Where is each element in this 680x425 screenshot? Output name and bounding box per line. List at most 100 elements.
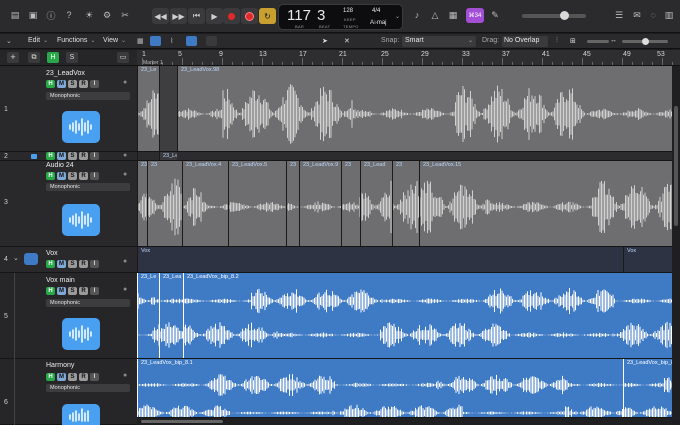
vertical-zoom-slider[interactable] — [587, 40, 609, 43]
track-lane-5[interactable]: 23_Le 23_Lea 23_LeadVox_bip_8.2 — [137, 273, 672, 359]
waveform-zoom-icon[interactable]: ⫶ — [556, 37, 558, 45]
lcd-chevron-icon[interactable]: ⌄ — [395, 13, 400, 20]
flex-view-icon[interactable]: ▭ — [117, 52, 129, 63]
audio-region[interactable]: Vox — [623, 247, 672, 272]
audio-region[interactable]: 23_LeadVox_bip_8 — [623, 359, 672, 417]
solo-button[interactable]: S — [68, 287, 77, 295]
hide-button[interactable]: H — [46, 287, 55, 295]
play-button[interactable]: ▶ — [206, 8, 223, 24]
record-enable-button[interactable]: R — [79, 373, 88, 381]
track-lane-3[interactable]: 23 23_LeadVox.4 23_LeadVox.5 23 23_LeadVox.9… — [137, 161, 672, 247]
track-lane-1[interactable]: 23_Le 23_LeadVox.98 — [137, 66, 672, 152]
track-name[interactable]: Vox — [46, 250, 58, 257]
vertical-scroll-thumb[interactable] — [674, 106, 678, 226]
flex-mode-select[interactable]: Monophonic — [46, 183, 130, 191]
mute-button[interactable]: M — [57, 172, 66, 180]
inbox-icon[interactable]: ▣ — [26, 8, 40, 22]
flex-icon[interactable] — [186, 36, 197, 46]
input-monitor-button[interactable]: I — [90, 373, 99, 381]
audio-region[interactable]: 23 — [341, 161, 360, 246]
horizontal-scrollbar[interactable] — [137, 418, 672, 425]
hide-button[interactable]: H — [46, 373, 55, 381]
audio-region[interactable]: 23 — [392, 161, 419, 246]
smart-controls-icon[interactable]: ☀ — [82, 8, 96, 22]
vertical-zoom-icon[interactable]: ⊞ — [570, 37, 576, 45]
pan-knob-icon[interactable]: ● — [123, 171, 127, 178]
record-button[interactable] — [241, 8, 258, 24]
count-in-icon[interactable]: ▦ — [446, 8, 460, 22]
pan-knob-icon[interactable]: ● — [123, 372, 127, 379]
drag-select[interactable]: No Overlap — [502, 36, 548, 47]
mute-button[interactable]: M — [57, 373, 66, 381]
flex-mode-select[interactable]: Monophonic — [46, 299, 130, 307]
volume-knob[interactable] — [560, 11, 569, 20]
input-monitor-button[interactable]: I — [90, 152, 99, 160]
audio-region[interactable]: 23_Lead — [360, 161, 392, 246]
audio-region[interactable]: 23_LeadVox.98 — [177, 66, 672, 151]
region-inspector-icon[interactable]: ⌄ — [6, 37, 12, 45]
help-icon[interactable]: ? — [62, 8, 76, 22]
audio-region[interactable]: 23 — [137, 161, 147, 246]
input-monitor-button[interactable]: I — [90, 172, 99, 180]
solo-button[interactable]: S — [68, 80, 77, 88]
track-name[interactable]: Harmony — [46, 362, 74, 369]
solo-button[interactable]: S — [68, 260, 77, 268]
forward-button[interactable]: ▶▶ — [170, 8, 187, 24]
horizontal-zoom-icon[interactable]: ↔ — [610, 37, 617, 44]
audio-region[interactable] — [137, 152, 672, 160]
record-enable-button[interactable]: R — [79, 287, 88, 295]
view-menu[interactable]: View ⌄ — [103, 37, 126, 44]
track-name[interactable]: Vox main — [46, 277, 75, 284]
audio-region[interactable]: 23 — [147, 161, 182, 246]
tuner-icon[interactable]: ♪ — [410, 8, 424, 22]
grid-view-icon[interactable]: ▦ — [137, 37, 144, 45]
bar-ruler[interactable]: 1 5 9 13 17 21 25 29 33 37 41 45 49 53 Marker 1 — [137, 50, 680, 66]
pointer-tool-icon[interactable]: ➤ — [322, 37, 328, 45]
pan-knob-icon[interactable]: ● — [123, 152, 127, 159]
track-header-2[interactable]: 2 H M S R I ● — [0, 152, 137, 161]
horizontal-zoom-knob[interactable] — [642, 38, 649, 45]
mute-button[interactable]: M — [57, 80, 66, 88]
mute-button[interactable]: M — [57, 152, 66, 160]
audio-region[interactable]: 23_LeadVox.4 — [182, 161, 228, 246]
pan-knob-icon[interactable]: ● — [123, 258, 127, 265]
record-enable-button[interactable]: R — [79, 260, 88, 268]
track-header-4[interactable]: 4 ⌄ Vox H M S R I ● — [0, 247, 137, 273]
record-enable-button[interactable]: R — [79, 80, 88, 88]
horizontal-zoom-slider[interactable] — [622, 38, 668, 45]
solo-button[interactable]: S — [68, 172, 77, 180]
track-header-1[interactable]: 1 23_LeadVox H M S R I ● Monophonic — [0, 66, 137, 152]
stop-button[interactable] — [223, 8, 240, 24]
global-hide-button[interactable]: H — [47, 52, 59, 63]
editors-icon[interactable]: ✂ — [118, 8, 132, 22]
info-icon[interactable]: ⓘ — [44, 8, 58, 22]
solo-button[interactable]: S — [68, 373, 77, 381]
audio-region[interactable]: 23_LeadVox.15 — [419, 161, 672, 246]
audio-region[interactable]: 23 — [286, 161, 299, 246]
library-icon[interactable]: ▤ — [8, 8, 22, 22]
pan-knob-icon[interactable]: ● — [123, 79, 127, 86]
audio-region[interactable]: 23_LeadVox_bip_8.2 — [183, 273, 672, 358]
pan-knob-icon[interactable]: ● — [123, 286, 127, 293]
cycle-button[interactable]: ↻ — [259, 8, 276, 24]
audio-region[interactable]: 23_Lea — [159, 273, 183, 358]
vertical-scrollbar[interactable] — [672, 66, 680, 420]
rewind-button[interactable]: ◀◀ — [152, 8, 169, 24]
mixer-icon[interactable]: ⚙ — [100, 8, 114, 22]
edit-menu[interactable]: Edit ⌄ — [28, 37, 48, 44]
track-name[interactable]: 23_LeadVox — [46, 70, 85, 77]
record-enable-button[interactable]: R — [79, 152, 88, 160]
audio-region[interactable]: 23_LeadVox.5 — [228, 161, 286, 246]
hide-button[interactable]: H — [46, 80, 55, 88]
list-editors-icon[interactable]: ☰ — [612, 8, 626, 22]
global-solo-button[interactable]: S — [66, 52, 78, 63]
track-header-3[interactable]: 3 Audio 24 H M S R I ● Monophonic — [0, 161, 137, 247]
catch-icon[interactable] — [206, 36, 217, 46]
duplicate-track-icon[interactable]: ⧉ — [28, 52, 40, 63]
mute-button[interactable]: M — [57, 260, 66, 268]
key-badge[interactable]: ⌘34 — [466, 8, 484, 23]
hide-button[interactable]: H — [46, 172, 55, 180]
pencil-icon[interactable]: ✎ — [488, 8, 502, 22]
track-name[interactable]: Audio 24 — [46, 162, 74, 169]
track-lane-2[interactable]: 23_Le — [137, 152, 672, 161]
